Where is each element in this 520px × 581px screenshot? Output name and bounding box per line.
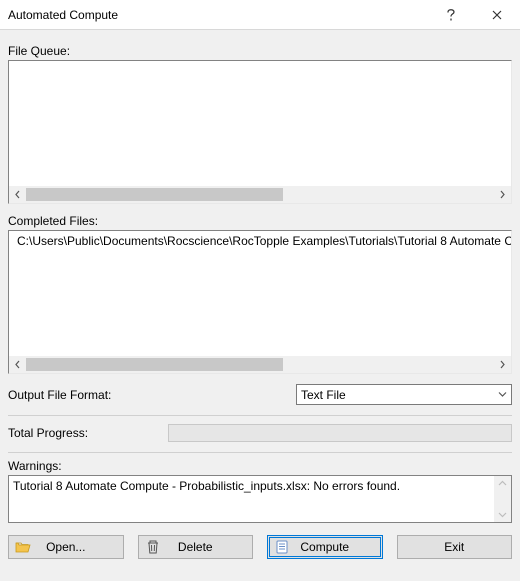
chevron-down-icon: [498, 389, 507, 400]
close-button[interactable]: [474, 0, 520, 30]
warnings-label: Warnings:: [8, 459, 512, 473]
folder-icon: [15, 539, 31, 555]
scroll-down-icon: [498, 512, 507, 518]
close-icon: [492, 10, 502, 20]
scroll-track[interactable]: [26, 186, 494, 203]
completed-item-text: C:\Users\Public\Documents\Rocscience\Roc…: [17, 234, 511, 248]
completed-hscroll[interactable]: [9, 356, 511, 373]
total-progress-label: Total Progress:: [8, 426, 158, 440]
delete-button[interactable]: Delete: [138, 535, 254, 559]
file-queue-list[interactable]: [8, 60, 512, 204]
file-queue-hscroll[interactable]: [9, 186, 511, 203]
output-format-value: Text File: [301, 388, 346, 402]
list-item[interactable]: C:\Users\Public\Documents\Rocscience\Roc…: [13, 233, 507, 249]
completed-files-label: Completed Files:: [8, 214, 512, 228]
scroll-thumb[interactable]: [26, 358, 283, 371]
scroll-track[interactable]: [26, 356, 494, 373]
help-icon: [446, 8, 456, 22]
scroll-up-icon: [498, 480, 507, 486]
file-queue-label: File Queue:: [8, 44, 512, 58]
scroll-thumb[interactable]: [26, 188, 283, 201]
exit-button-label: Exit: [444, 540, 464, 554]
progress-bar: [168, 424, 512, 442]
file-queue-content: [9, 61, 511, 186]
exit-button[interactable]: Exit: [397, 535, 513, 559]
scroll-left-icon[interactable]: [9, 356, 26, 373]
warnings-text: Tutorial 8 Automate Compute - Probabilis…: [13, 479, 400, 493]
compute-button[interactable]: Compute: [267, 535, 383, 559]
warnings-box[interactable]: Tutorial 8 Automate Compute - Probabilis…: [8, 475, 512, 523]
scroll-right-icon[interactable]: [494, 356, 511, 373]
completed-files-list[interactable]: C:\Users\Public\Documents\Rocscience\Roc…: [8, 230, 512, 374]
open-button-label: Open...: [46, 540, 85, 554]
compute-button-label: Compute: [300, 540, 349, 554]
output-format-label: Output File Format:: [8, 388, 158, 402]
open-button[interactable]: Open...: [8, 535, 124, 559]
delete-button-label: Delete: [178, 540, 213, 554]
trash-icon: [145, 539, 161, 555]
scroll-left-icon[interactable]: [9, 186, 26, 203]
output-format-select[interactable]: Text File: [296, 384, 512, 405]
completed-files-content: C:\Users\Public\Documents\Rocscience\Roc…: [9, 231, 511, 356]
help-button[interactable]: [428, 0, 474, 30]
warnings-vscroll: [494, 476, 511, 522]
divider: [8, 415, 512, 416]
window-title: Automated Compute: [8, 8, 428, 22]
compute-icon: [274, 539, 290, 555]
titlebar: Automated Compute: [0, 0, 520, 30]
scroll-right-icon[interactable]: [494, 186, 511, 203]
divider: [8, 452, 512, 453]
